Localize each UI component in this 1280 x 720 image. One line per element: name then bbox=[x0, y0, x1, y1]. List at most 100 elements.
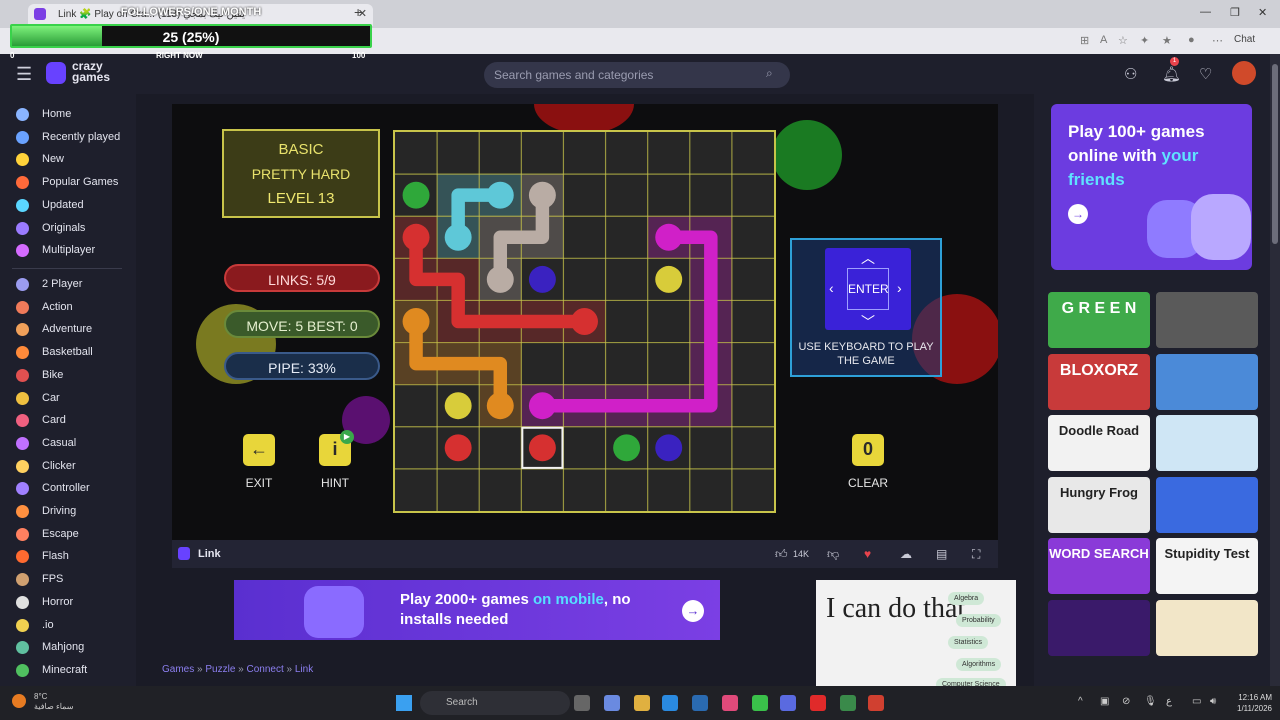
sidebar-item-clicker[interactable]: Clicker bbox=[0, 456, 136, 478]
file-explorer-icon[interactable] bbox=[634, 695, 650, 711]
sidebar-item-car[interactable]: Car bbox=[0, 388, 136, 410]
sidebar-item-adventure[interactable]: Adventure bbox=[0, 319, 136, 341]
tray-app-icon[interactable]: ع bbox=[1166, 696, 1172, 707]
more-menu-icon[interactable]: ⋯ bbox=[1212, 34, 1223, 47]
breadcrumb-link[interactable]: Link bbox=[295, 664, 313, 675]
sidebar-item-2-player[interactable]: 2 Player bbox=[0, 274, 136, 296]
search-icon[interactable]: ⌕ bbox=[766, 66, 773, 81]
game-thumbnail[interactable] bbox=[1156, 476, 1258, 533]
game-thumbnail[interactable]: G R E E N bbox=[1048, 292, 1150, 348]
advertisement[interactable]: I can do that Algebra Probability Statisti… bbox=[816, 580, 1016, 686]
puzzle-grid[interactable] bbox=[393, 130, 776, 513]
sidebar-item-fps[interactable]: FPS bbox=[0, 569, 136, 591]
sidebar-item-recently-played[interactable]: Recently played bbox=[0, 127, 136, 149]
user-avatar[interactable] bbox=[1232, 61, 1256, 85]
sidebar-item-originals[interactable]: Originals bbox=[0, 218, 136, 240]
promo-arrow-icon[interactable]: → bbox=[1068, 204, 1088, 224]
sidebar-item--io[interactable]: .io bbox=[0, 615, 136, 637]
sidebar-item-home[interactable]: Home bbox=[0, 104, 136, 126]
network-icon[interactable]: ▭ bbox=[1192, 696, 1201, 707]
sidebar-item-driving[interactable]: Driving bbox=[0, 501, 136, 523]
dislike-icon[interactable]: 👎︎ bbox=[827, 547, 839, 562]
close-window-icon[interactable]: ✕ bbox=[1258, 6, 1267, 19]
weather-widget[interactable]: 8°C سماء صافية bbox=[34, 692, 74, 712]
favorites-icon[interactable]: ★ bbox=[1162, 34, 1172, 47]
sidebar-item-action[interactable]: Action bbox=[0, 297, 136, 319]
mobile-app-banner[interactable]: Play 2000+ games on mobile, no installs … bbox=[234, 580, 720, 640]
app-icon[interactable] bbox=[840, 695, 856, 711]
taskbar-clock[interactable]: 12:16 AM 1/11/2026 bbox=[1228, 692, 1272, 714]
windows-start-icon[interactable] bbox=[396, 695, 412, 711]
sidebar-item-multiplayer[interactable]: Multiplayer bbox=[0, 240, 136, 262]
youtube-icon[interactable] bbox=[810, 695, 826, 711]
tray-overflow-icon[interactable]: ^ bbox=[1078, 696, 1083, 707]
maximize-icon[interactable]: ❐ bbox=[1230, 6, 1240, 19]
exit-button[interactable]: ← bbox=[243, 434, 275, 466]
game-thumbnail[interactable]: Stupidity Test bbox=[1156, 538, 1258, 594]
store-icon[interactable] bbox=[692, 695, 708, 711]
game-thumbnail[interactable]: Doodle Road bbox=[1048, 415, 1150, 471]
game-thumbnail[interactable] bbox=[1156, 599, 1258, 656]
sidebar-item-horror[interactable]: Horror bbox=[0, 592, 136, 614]
microphone-icon[interactable]: 🎙︎ bbox=[1144, 696, 1157, 707]
edge-browser-icon[interactable] bbox=[662, 695, 678, 711]
friends-icon[interactable]: ⚇ bbox=[1124, 65, 1137, 83]
puzzle-board[interactable] bbox=[395, 132, 774, 511]
profile-icon[interactable]: ● bbox=[1188, 34, 1195, 46]
game-thumbnail[interactable] bbox=[1156, 292, 1258, 348]
copilot-chat-button[interactable]: Chat bbox=[1234, 34, 1255, 45]
favorite-heart-icon[interactable]: ♥ bbox=[864, 547, 871, 561]
sidebar-item-mahjong[interactable]: Mahjong bbox=[0, 637, 136, 659]
favorite-star-icon[interactable]: ☆ bbox=[1118, 34, 1128, 47]
feedback-icon[interactable]: ▤ bbox=[936, 547, 947, 561]
like-icon[interactable]: 👍︎ bbox=[775, 547, 788, 562]
game-thumbnail[interactable] bbox=[1048, 599, 1150, 656]
notifications-bell-icon[interactable]: 🔔︎ bbox=[1162, 65, 1181, 83]
task-view-icon[interactable] bbox=[574, 695, 590, 711]
fullscreen-icon[interactable]: ⛶ bbox=[972, 547, 980, 562]
taskbar-search[interactable]: Search bbox=[420, 691, 570, 715]
app-icon[interactable]: ⊞ bbox=[1080, 34, 1089, 47]
multiplayer-promo[interactable]: Play 100+ games online with your friends… bbox=[1051, 104, 1252, 270]
sidebar-item-new[interactable]: New bbox=[0, 149, 136, 171]
sidebar-item-escape[interactable]: Escape bbox=[0, 524, 136, 546]
sidebar-item-updated[interactable]: Updated bbox=[0, 195, 136, 217]
tray-app-icon[interactable]: ⊘ bbox=[1122, 696, 1130, 707]
discord-icon[interactable] bbox=[780, 695, 796, 711]
game-thumbnail[interactable]: Hungry Frog bbox=[1048, 476, 1150, 533]
breadcrumb-link[interactable]: Connect bbox=[247, 664, 284, 675]
sidebar-item-minecraft[interactable]: Minecraft bbox=[0, 660, 136, 682]
sidebar-item-popular-games[interactable]: Popular Games bbox=[0, 172, 136, 194]
game-thumbnail[interactable] bbox=[1156, 415, 1258, 471]
copilot-icon[interactable] bbox=[604, 695, 620, 711]
sidebar-item-flash[interactable]: Flash bbox=[0, 546, 136, 568]
clear-button[interactable]: 0 bbox=[852, 434, 884, 466]
hamburger-menu-icon[interactable]: ☰ bbox=[16, 64, 32, 85]
sidebar-item-controller[interactable]: Controller bbox=[0, 478, 136, 500]
cloud-save-icon[interactable]: ☁ bbox=[900, 547, 912, 561]
weather-icon[interactable] bbox=[12, 694, 26, 708]
kick-app-icon[interactable] bbox=[752, 695, 768, 711]
game-thumbnail[interactable]: WORD SEARCH bbox=[1048, 538, 1150, 594]
favorites-heart-icon[interactable]: ♡ bbox=[1199, 65, 1212, 83]
minimize-icon[interactable]: — bbox=[1200, 6, 1211, 18]
sidebar-item-basketball[interactable]: Basketball bbox=[0, 342, 136, 364]
breadcrumb-link[interactable]: Games bbox=[162, 664, 194, 675]
breadcrumb-link[interactable]: Puzzle bbox=[205, 664, 235, 675]
page-scrollbar[interactable] bbox=[1270, 54, 1280, 686]
extensions-icon[interactable]: ✦ bbox=[1140, 34, 1149, 47]
volume-icon[interactable]: 🔊︎ bbox=[1210, 696, 1216, 707]
sidebar-item-casual[interactable]: Casual bbox=[0, 433, 136, 455]
read-aloud-icon[interactable]: A bbox=[1100, 34, 1107, 46]
game-canvas[interactable]: BASIC PRETTY HARD LEVEL 13 LINKS: 5/9 MO… bbox=[172, 104, 998, 540]
obs-icon[interactable] bbox=[868, 695, 884, 711]
app-icon[interactable] bbox=[722, 695, 738, 711]
search-input[interactable] bbox=[484, 62, 790, 88]
crazygames-logo-icon[interactable] bbox=[46, 62, 66, 84]
game-thumbnail[interactable]: BLOXORZ bbox=[1048, 353, 1150, 410]
site-logo-text[interactable]: crazy games bbox=[72, 60, 122, 83]
game-thumbnail[interactable] bbox=[1156, 353, 1258, 410]
banner-arrow-icon[interactable]: → bbox=[682, 600, 704, 622]
scrollbar-thumb[interactable] bbox=[1272, 64, 1278, 244]
sidebar-item-card[interactable]: Card bbox=[0, 410, 136, 432]
